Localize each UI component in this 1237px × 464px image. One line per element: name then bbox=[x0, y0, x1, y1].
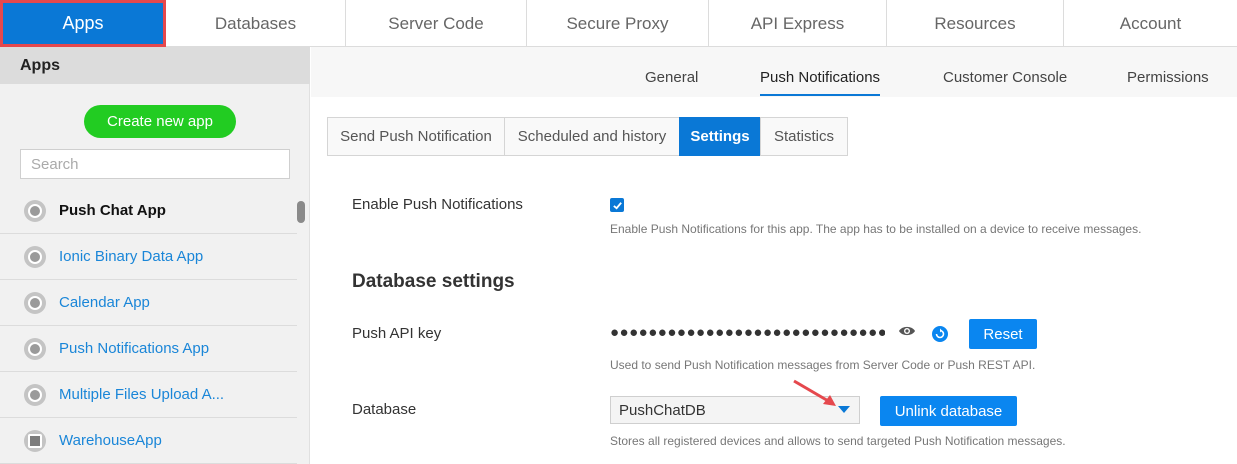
enable-push-checkbox[interactable] bbox=[610, 198, 624, 212]
database-help: Stores all registered devices and allows… bbox=[610, 434, 1066, 448]
app-circle-icon bbox=[24, 383, 46, 406]
topnav-tab-apps[interactable]: Apps bbox=[0, 0, 166, 47]
app-item-label: Push Chat App bbox=[59, 202, 166, 219]
topnav-tab-databases[interactable]: Databases bbox=[166, 0, 346, 47]
topnav-tab-secure-proxy[interactable]: Secure Proxy bbox=[527, 0, 709, 47]
enable-push-label: Enable Push Notifications bbox=[352, 196, 523, 213]
app-item-label: Ionic Binary Data App bbox=[59, 248, 204, 265]
app-tile-icon bbox=[24, 429, 46, 452]
eye-icon[interactable] bbox=[898, 325, 916, 337]
push-api-key-value: ●●●●●●●●●●●●●●●●●●●●●●●●●●●●●●●● ... bbox=[610, 324, 885, 341]
app-item-label: WarehouseApp bbox=[59, 432, 162, 449]
enable-push-help: Enable Push Notifications for this app. … bbox=[610, 222, 1142, 236]
app-item-multiple-files-upload-app[interactable]: Multiple Files Upload A... bbox=[0, 372, 297, 418]
create-new-app-button[interactable]: Create new app bbox=[84, 105, 236, 138]
app-item-push-notifications-app[interactable]: Push Notifications App bbox=[0, 326, 297, 372]
search-input[interactable] bbox=[20, 149, 290, 179]
subnav-tab-permissions[interactable]: Permissions bbox=[1127, 69, 1209, 94]
subnav-tab-customer-console[interactable]: Customer Console bbox=[943, 69, 1067, 94]
app-circle-icon bbox=[24, 291, 46, 314]
topnav-tab-resources[interactable]: Resources bbox=[887, 0, 1064, 47]
push-tabbar: Send Push Notification Scheduled and his… bbox=[327, 117, 848, 156]
topnav-tab-server-code[interactable]: Server Code bbox=[346, 0, 527, 47]
app-subnav: General Push Notifications Customer Cons… bbox=[311, 47, 1237, 97]
tab-settings[interactable]: Settings bbox=[679, 117, 761, 156]
tab-statistics[interactable]: Statistics bbox=[760, 117, 848, 156]
app-circle-icon bbox=[24, 337, 46, 360]
app-item-label: Push Notifications App bbox=[59, 340, 210, 357]
app-circle-icon bbox=[24, 245, 46, 268]
database-settings-title: Database settings bbox=[352, 271, 515, 292]
topnav-tab-api-express[interactable]: API Express bbox=[709, 0, 887, 47]
tab-scheduled-and-history[interactable]: Scheduled and history bbox=[504, 117, 680, 156]
app-item-label: Calendar App bbox=[59, 294, 150, 311]
app-item-label: Multiple Files Upload A... bbox=[59, 386, 225, 403]
app-item-ionic-binary-data-app[interactable]: Ionic Binary Data App bbox=[0, 234, 297, 280]
push-api-key-label: Push API key bbox=[352, 325, 442, 342]
tab-send-push-notification[interactable]: Send Push Notification bbox=[327, 117, 505, 156]
app-item-push-chat-app[interactable]: Push Chat App bbox=[0, 188, 297, 234]
subnav-tab-general[interactable]: General bbox=[645, 69, 698, 94]
unlink-database-button[interactable]: Unlink database bbox=[880, 396, 1017, 426]
top-navigation: Apps Databases Server Code Secure Proxy … bbox=[0, 0, 1237, 47]
refresh-icon[interactable] bbox=[932, 326, 948, 342]
topnav-tab-account[interactable]: Account bbox=[1064, 0, 1237, 47]
app-list: Push Chat App Ionic Binary Data App Cale… bbox=[0, 188, 297, 464]
annotation-arrow-icon bbox=[793, 379, 836, 406]
sidebar-scrollbar-thumb[interactable] bbox=[297, 201, 305, 223]
reset-button[interactable]: Reset bbox=[969, 319, 1037, 349]
app-item-warehouseapp[interactable]: WarehouseApp bbox=[0, 418, 297, 464]
app-item-calendar-app[interactable]: Calendar App bbox=[0, 280, 297, 326]
api-key-help: Used to send Push Notification messages … bbox=[610, 358, 1036, 372]
subnav-tab-push-notifications[interactable]: Push Notifications bbox=[760, 69, 881, 96]
database-label: Database bbox=[352, 401, 417, 418]
app-circle-icon bbox=[24, 199, 46, 222]
apps-sidebar: Apps Create new app Push Chat App Ionic … bbox=[0, 47, 310, 464]
sidebar-title: Apps bbox=[0, 47, 310, 84]
sidebar-scrollbar-track[interactable] bbox=[297, 188, 306, 464]
checkmark-icon bbox=[612, 201, 622, 210]
